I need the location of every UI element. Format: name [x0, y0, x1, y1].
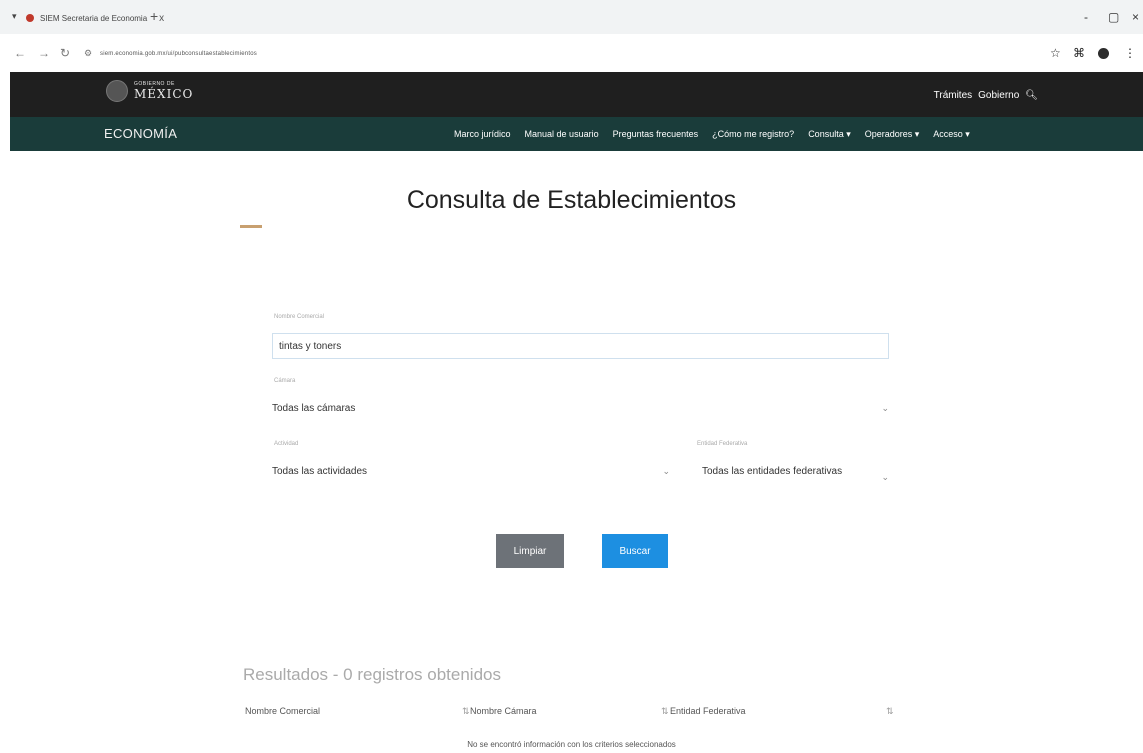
- entidad-federativa-select[interactable]: Todas las entidades federativas ⌄: [702, 460, 889, 483]
- page-title: Consulta de Establecimientos: [406, 186, 737, 214]
- brand-economia[interactable]: ECONOMÍA: [104, 126, 177, 141]
- nav-consulta-dropdown[interactable]: Consulta ▾: [808, 129, 851, 140]
- nav-operadores-dropdown[interactable]: Operadores ▾: [865, 129, 920, 140]
- nav-acceso-dropdown[interactable]: Acceso ▾: [933, 129, 970, 140]
- search-icon[interactable]: 🔍︎: [1025, 90, 1038, 101]
- entidad-federativa-label: Entidad Federativa: [697, 441, 748, 447]
- actividad-select-value: Todas las actividades: [272, 465, 368, 477]
- link-tramites[interactable]: Trámites: [934, 90, 973, 101]
- sort-icon[interactable]: ⇅: [886, 706, 894, 717]
- bookmark-star-icon[interactable]: ☆: [1050, 46, 1061, 60]
- chevron-down-icon: ⌄: [662, 465, 670, 476]
- sort-icon[interactable]: ⇅: [462, 706, 470, 717]
- actividad-label: Actividad: [274, 441, 299, 447]
- url-field[interactable]: siem.economia.gob.mx/ui/pubconsultaestab…: [100, 51, 257, 57]
- sort-icon[interactable]: ⇅: [661, 706, 669, 717]
- more-menu-icon[interactable]: ⋮: [1124, 46, 1136, 60]
- tab-search-chevron-icon[interactable]: ▾: [12, 11, 17, 22]
- nav-links: Marco jurídico Manual de usuario Pregunt…: [454, 129, 970, 140]
- gobierno-logo[interactable]: GOBIERNO DE MÉXICO: [106, 80, 193, 102]
- column-header-entidad-federativa[interactable]: Entidad Federativa: [670, 706, 746, 716]
- camara-select-value: Todas las cámaras: [272, 402, 356, 414]
- extensions-icon[interactable]: ⌘: [1073, 46, 1085, 60]
- buscar-button[interactable]: Buscar: [602, 534, 668, 568]
- results-title: Resultados - 0 registros obtenidos: [243, 665, 501, 684]
- empty-results-message: No se encontró información con los crite…: [467, 740, 676, 749]
- browser-tab-strip: ▾ SIEM Secretaria de Economia x + - ▢ ×: [0, 0, 1143, 34]
- gobierno-header: GOBIERNO DE MÉXICO Trámites Gobierno 🔍︎: [10, 72, 1143, 117]
- new-tab-button[interactable]: +: [150, 8, 158, 24]
- back-arrow-icon[interactable]: ←: [14, 46, 26, 60]
- link-gobierno[interactable]: Gobierno: [978, 90, 1019, 101]
- logo-big-text: MÉXICO: [134, 87, 194, 101]
- chevron-down-icon: ⌄: [881, 402, 889, 413]
- actividad-select[interactable]: Todas las actividades ⌄: [272, 460, 670, 482]
- favicon-icon: [26, 14, 34, 22]
- tab-title: SIEM Secretaria de Economia: [40, 13, 148, 23]
- title-accent-divider: [240, 225, 262, 228]
- nav-manual-usuario[interactable]: Manual de usuario: [525, 129, 599, 140]
- site-info-icon[interactable]: ⚙: [84, 48, 92, 59]
- nav-como-me-registro[interactable]: ¿Cómo me registro?: [712, 129, 794, 140]
- nav-preguntas-frecuentes[interactable]: Preguntas frecuentes: [613, 129, 699, 140]
- column-header-nombre-comercial[interactable]: Nombre Comercial: [245, 706, 320, 716]
- entidad-select-value: Todas las entidades federativas: [702, 465, 843, 477]
- camara-label: Cámara: [274, 378, 296, 384]
- forward-arrow-icon[interactable]: →: [38, 46, 50, 60]
- minimize-button[interactable]: -: [1084, 10, 1088, 24]
- close-window-button[interactable]: ×: [1132, 10, 1139, 24]
- maximize-button[interactable]: ▢: [1108, 10, 1119, 24]
- address-bar-row: ← → ↻ ⚙ siem.economia.gob.mx/ui/pubconsu…: [0, 34, 1143, 72]
- main-navbar: ECONOMÍA Marco jurídico Manual de usuari…: [10, 117, 1143, 151]
- nombre-comercial-input[interactable]: [272, 333, 889, 359]
- nombre-comercial-label: Nombre Comercial: [274, 314, 325, 320]
- reload-icon[interactable]: ↻: [60, 46, 70, 60]
- gobierno-links: Trámites Gobierno 🔍︎: [934, 90, 1038, 101]
- column-header-nombre-camara[interactable]: Nombre Cámara: [470, 706, 537, 716]
- chevron-down-icon: ⌄: [881, 472, 889, 482]
- tab-close-icon[interactable]: x: [159, 13, 164, 24]
- limpiar-button[interactable]: Limpiar: [496, 534, 564, 568]
- profile-avatar[interactable]: [1098, 48, 1109, 59]
- camara-select[interactable]: Todas las cámaras ⌄: [272, 397, 889, 419]
- seal-icon: [106, 80, 128, 102]
- nav-marco-juridico[interactable]: Marco jurídico: [454, 129, 511, 140]
